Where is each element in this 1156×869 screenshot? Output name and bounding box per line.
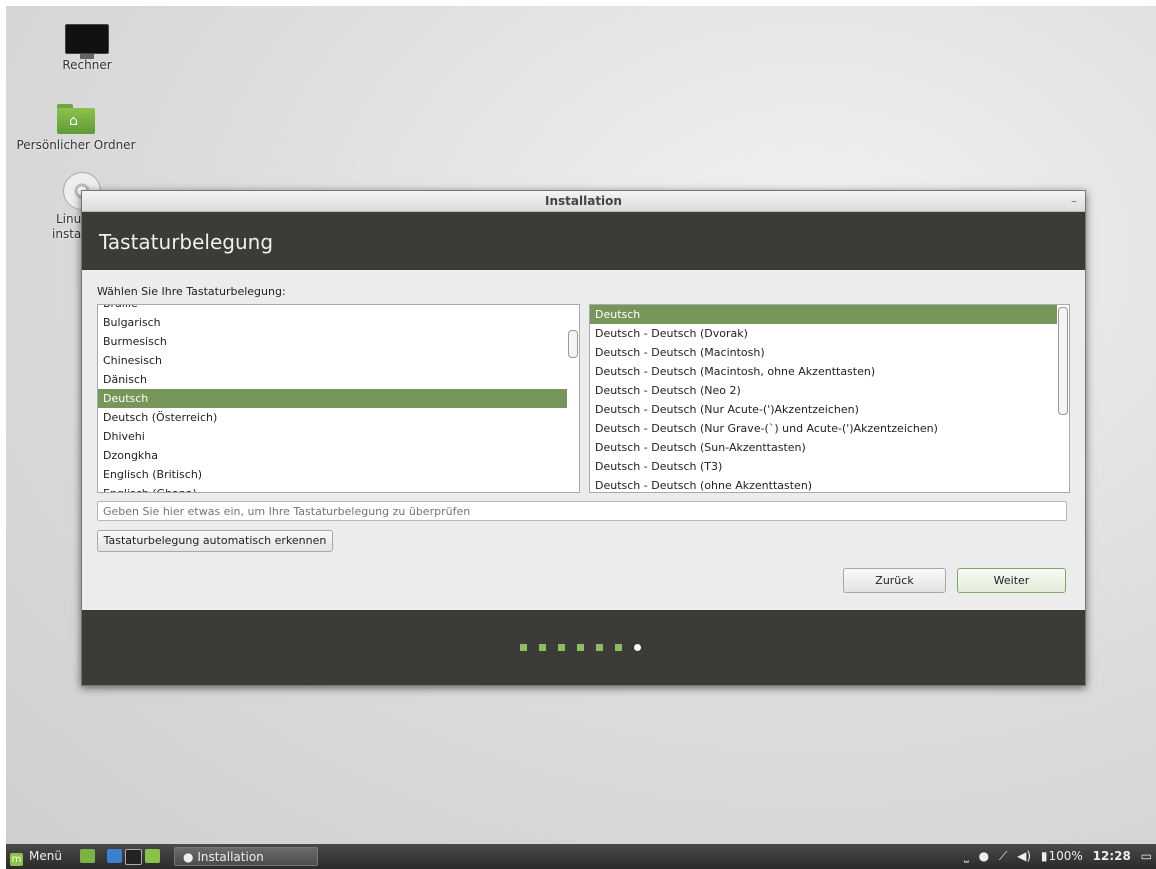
progress-dot-current [634,644,641,651]
layout-item[interactable]: Dhivehi [98,427,567,446]
variant-item[interactable]: Deutsch [590,305,1057,324]
progress-dot [615,644,622,651]
layout-item[interactable]: Dänisch [98,370,567,389]
notification-icon[interactable]: ▭ [1141,849,1152,863]
variant-item[interactable]: Deutsch - Deutsch (Nur Acute-(')Akzentze… [590,400,1057,419]
variant-item[interactable]: Deutsch - Deutsch (Dvorak) [590,324,1057,343]
layout-list[interactable]: BrailleBulgarischBurmesischChinesischDän… [97,304,580,493]
installer-window: Installation – Tastaturbelegung Wählen S… [81,190,1086,686]
disc-icon: ● [183,850,194,864]
menu-button[interactable]: m Menü [10,849,62,866]
detect-layout-button[interactable]: Tastaturbelegung automatisch erkennen [97,530,333,552]
variant-list[interactable]: Deutsch Deutsch - Deutsch (Dvorak) Deutsch… [589,304,1070,493]
network-icon[interactable]: ⟋ [999,849,1007,863]
menu-label: Menü [29,849,62,863]
desktop-icon-label-2: insta [52,227,82,241]
progress-dot [596,644,603,651]
window-title: Installation [545,194,622,208]
progress-dot [539,644,546,651]
layout-item[interactable]: Dzongkha [98,446,567,465]
variant-item[interactable]: Deutsch - Deutsch (Macintosh, ohne Akzen… [590,362,1057,381]
variant-item[interactable]: Deutsch - Deutsch (Nur Grave-(`) und Acu… [590,419,1057,438]
window-titlebar[interactable]: Installation – [82,191,1085,212]
show-desktop-icon[interactable] [80,849,95,863]
firefox-icon[interactable] [107,849,122,863]
layout-item[interactable]: Burmesisch [98,332,567,351]
page-title: Tastaturbelegung [99,230,274,254]
layout-item[interactable]: Englisch (Ghana) [98,484,567,492]
variant-list-scrollbar[interactable] [1058,307,1068,415]
keyboard-test-input[interactable] [97,501,1067,521]
volume-icon[interactable]: ◀) [1017,849,1031,863]
computer-icon [65,24,109,59]
files-icon[interactable] [145,849,160,863]
variant-item[interactable]: Deutsch - Deutsch (Macintosh) [590,343,1057,362]
layout-item[interactable]: Braille [98,305,567,313]
system-tray: ⎵ ● ⟋ ◀) ▮100% 12:28 ▭ [958,849,1152,864]
desktop-icon-computer[interactable]: Rechner [52,24,122,72]
battery-icon[interactable]: ▮ [1041,849,1048,863]
desktop-icon-label: Persönlicher Ordner [16,138,136,152]
mint-logo-icon: m [10,853,23,866]
minimize-icon[interactable]: – [1071,191,1077,211]
layout-item[interactable]: Deutsch [98,389,567,408]
layout-item[interactable]: Chinesisch [98,351,567,370]
layout-item[interactable]: Bulgarisch [98,313,567,332]
desktop-icon-label: Rechner [62,58,112,72]
layout-list-scrollbar[interactable] [568,330,578,358]
progress-footer [82,610,1085,685]
clock[interactable]: 12:28 [1093,849,1131,863]
page-header: Tastaturbelegung [82,212,1085,270]
variant-item[interactable]: Deutsch - Deutsch (ohne Akzenttasten) [590,476,1057,492]
taskbar-task-label: Installation [197,850,264,864]
variant-item[interactable]: Deutsch - Deutsch (Sun-Akzenttasten) [590,438,1057,457]
desktop-icon-label: Linu [56,212,82,226]
variant-item[interactable]: Deutsch - Deutsch (T3) [590,457,1057,476]
battery-level: 100% [1048,849,1083,863]
next-button[interactable]: Weiter [957,568,1066,593]
desktop-icon-home[interactable]: ⌂ Persönlicher Ordner [6,104,146,152]
progress-dot [577,644,584,651]
back-button[interactable]: Zurück [843,568,946,593]
user-icon[interactable]: ● [979,849,989,863]
layout-prompt: Wählen Sie Ihre Tastaturbelegung: [97,285,286,298]
taskbar-task-installation[interactable]: ● Installation [174,847,318,866]
terminal-icon[interactable] [125,849,142,865]
keyboard-icon[interactable]: ⎵ [964,849,969,863]
progress-dot [520,644,527,651]
progress-dot [558,644,565,651]
progress-dots [520,641,653,654]
layout-item[interactable]: Englisch (Britisch) [98,465,567,484]
variant-item[interactable]: Deutsch - Deutsch (Neo 2) [590,381,1057,400]
layout-item[interactable]: Deutsch (Österreich) [98,408,567,427]
home-folder-icon: ⌂ [57,104,95,134]
taskbar: m Menü ● Installation ⎵ ● ⟋ ◀) ▮100% 12:2… [6,844,1156,869]
